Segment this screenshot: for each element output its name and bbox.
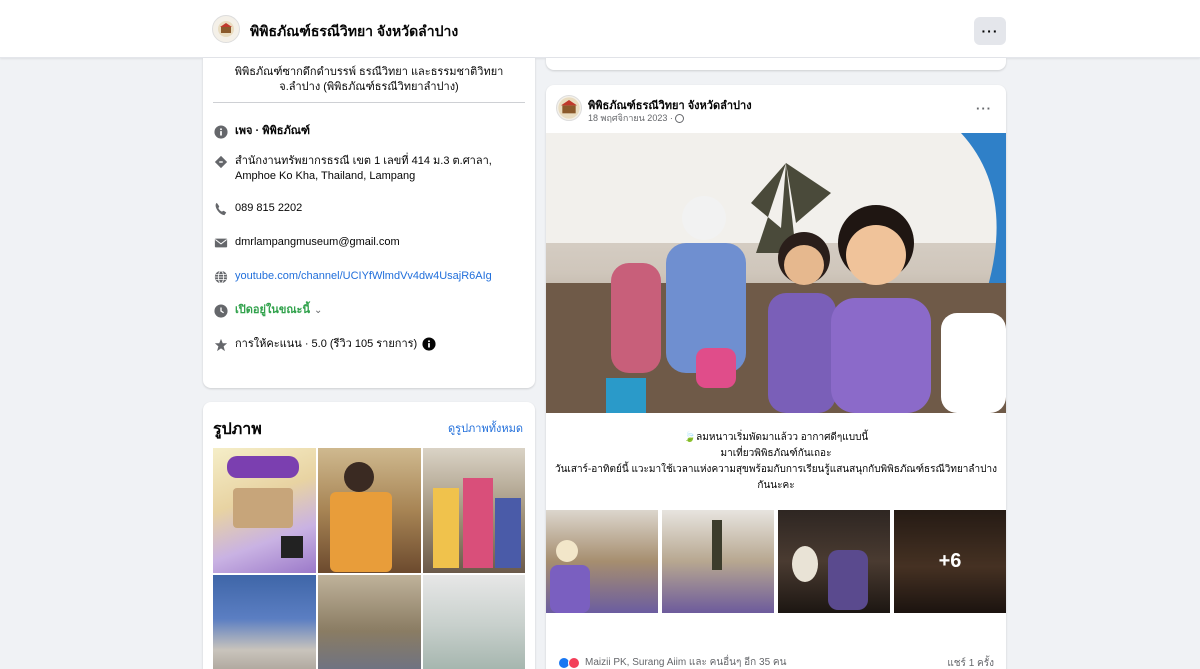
page-avatar[interactable] [212,15,240,43]
website-link[interactable]: youtube.com/channel/UCIYfWlmdVv4dw4UsajR… [235,269,492,284]
email-row: dmrlampangmuseum@gmail.com [213,235,528,251]
address-text: สำนักงานทรัพยากรธรณี เขต 1 เลขที่ 414 ม.… [235,155,492,182]
chevron-down-icon[interactable]: ⌄ [314,303,322,318]
intro-bio: พิพิธภัณฑ์ซากดึกดำบรรพ์ ธรณีวิทยา และธรร… [234,66,504,93]
page-title[interactable]: พิพิธภัณฑ์ธรณีวิทยา จังหวัดลำปาง [250,21,458,43]
post-photo-thumbnail[interactable] [662,510,774,613]
post-main-photo-art [546,133,1006,413]
phone-row: 089 815 2202 [213,201,528,217]
see-all-photos-link[interactable]: ดูรูปภาพทั้งหมด [448,419,523,437]
hours-row: เปิดอยู่ในขณะนี้ ⌄ [213,303,528,319]
photos-title: รูปภาพ [213,421,262,438]
photo-thumbnail[interactable] [213,448,316,573]
post-meta: 18 พฤศจิกายน 2023 · [588,111,685,125]
website-row: youtube.com/channel/UCIYfWlmdVv4dw4UsajR… [213,269,528,285]
previous-post-card [546,58,1006,70]
photo-thumbnail[interactable] [318,448,421,573]
location-pin-icon [213,154,229,170]
post-more-button[interactable]: ··· [976,101,992,116]
post-author-avatar[interactable] [556,95,582,121]
rating-row: การให้คะแนน · 5.0 (รีวิว 105 รายการ) [213,337,528,353]
hours-status[interactable]: เปิดอยู่ในขณะนี้ [235,303,310,318]
more-photos-count[interactable]: +6 [894,510,1006,613]
globe-icon [213,269,229,285]
info-icon [213,124,229,140]
category-row: เพจ · พิพิธภัณฑ์ [213,124,528,140]
post-date[interactable]: 18 พฤศจิกายน 2023 · [588,113,675,123]
photo-thumbnail[interactable] [423,448,525,573]
clock-icon [213,303,229,319]
category-text: เพจ · พิพิธภัณฑ์ [235,125,311,137]
address-row: สำนักงานทรัพยากรธรณี เขต 1 เลขที่ 414 ม.… [213,154,528,184]
info-icon[interactable] [422,337,436,351]
caption-line: วันเสาร์-อาทิตย์นี้ แวะมาใช้เวลาแห่งความ… [554,464,998,491]
photo-thumbnail[interactable] [318,575,421,669]
love-icon [568,656,580,669]
rating-text: การให้คะแนน · 5.0 (รีวิว 105 รายการ) [235,338,418,350]
photos-card: รูปภาพ ดูรูปภาพทั้งหมด [203,402,535,669]
shares-count[interactable]: แชร์ 1 ครั้ง [947,656,994,669]
phone-icon [213,201,229,217]
post-card: พิพิธภัณฑ์ธรณีวิทยา จังหวัดลำปาง 18 พฤศจ… [546,85,1006,669]
photo-thumbnail[interactable] [213,575,316,669]
intro-card: พิพิธภัณฑ์ซากดึกดำบรรพ์ ธรณีวิทยา และธรร… [203,58,535,388]
post-photo-thumbnail[interactable] [546,510,658,613]
post-main-photo[interactable] [546,133,1006,413]
museum-logo-icon [558,97,580,119]
reactions-summary[interactable]: Maizii PK, Surang Aiim และ คนอื่นๆ อีก 3… [558,655,786,669]
envelope-icon [213,235,229,251]
globe-icon [675,114,685,124]
post-photo-thumbnail[interactable] [778,510,890,613]
photo-thumbnail[interactable] [423,575,525,669]
post-caption: 🍃ลมหนาวเริ่มพัดมาแล้วว อากาศดีๆแบบนี้ มา… [554,430,998,494]
caption-line: มาเที่ยวพิพิธภัณฑ์กันเถอะ [720,448,832,459]
phone-text[interactable]: 089 815 2202 [235,201,302,216]
post-photo-strip: +6 [546,510,1006,613]
email-text[interactable]: dmrlampangmuseum@gmail.com [235,235,400,250]
reactions-text: Maizii PK, Surang Aiim และ คนอื่นๆ อีก 3… [585,657,787,668]
museum-logo-icon [218,21,234,37]
divider [213,102,525,103]
post-photo-thumbnail[interactable]: +6 [894,510,1006,613]
more-options-button[interactable]: ··· [974,17,1006,45]
star-icon [213,337,229,353]
photo-grid [213,448,525,669]
page-header-bar: พิพิธภัณฑ์ธรณีวิทยา จังหวัดลำปาง ··· [0,0,1200,58]
caption-line: 🍃ลมหนาวเริ่มพัดมาแล้วว อากาศดีๆแบบนี้ [683,432,869,443]
